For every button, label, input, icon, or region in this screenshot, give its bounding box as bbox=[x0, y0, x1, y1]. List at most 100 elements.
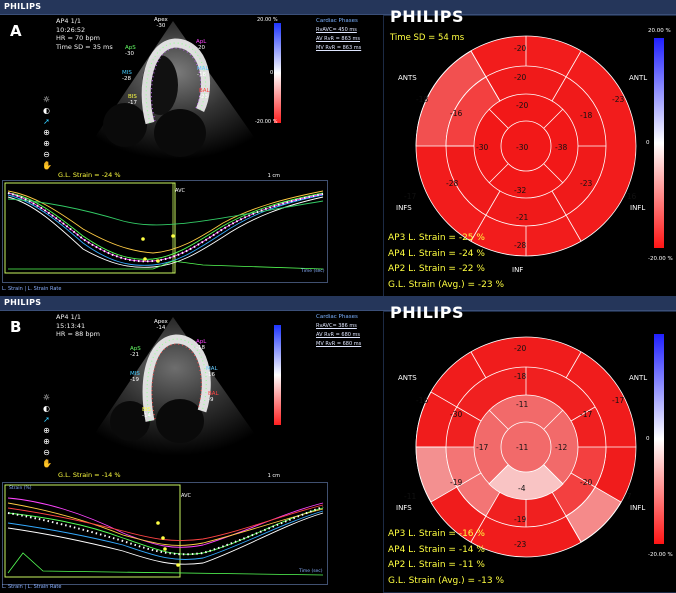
tool-column: ☼ ◐ ➚ ⊕ ⊕ ⊖ ✋ bbox=[42, 95, 52, 172]
segment-value: -32 bbox=[514, 186, 527, 195]
strain-curves bbox=[4, 182, 324, 274]
bullseye-colorbar-bottom: -20.00 % bbox=[648, 256, 673, 262]
segment-label-aps: ApS -30 bbox=[125, 45, 136, 57]
pan-icon[interactable]: ✋ bbox=[42, 459, 52, 468]
segment-value: -30 bbox=[476, 143, 489, 152]
time-axis-label: Time (sec) bbox=[299, 569, 323, 574]
segment-label-mal: MAL -16 bbox=[206, 366, 218, 378]
global-strain-label: G.L. Strain = -24 % bbox=[58, 171, 121, 179]
bullseye-colorbar bbox=[654, 334, 664, 544]
contrast-icon[interactable]: ◐ bbox=[42, 404, 51, 413]
phase-row[interactable]: MV RvR = 680 ms bbox=[316, 340, 378, 349]
segment-value: -4 bbox=[518, 484, 526, 493]
pan-icon[interactable]: ✋ bbox=[42, 161, 52, 170]
strain-curves bbox=[4, 484, 324, 578]
panel-letter: B bbox=[10, 318, 22, 336]
label-antl: ANTL bbox=[629, 374, 648, 382]
phase-row[interactable]: AV RvR = 680 ms bbox=[316, 331, 378, 340]
zoom-fit-icon[interactable]: ⊕ bbox=[42, 426, 51, 435]
segment-value: -28 bbox=[446, 179, 459, 188]
label-ants: ANTS bbox=[398, 374, 417, 382]
segment-value: -18 bbox=[416, 95, 429, 104]
zoom-out-icon[interactable]: ⊖ bbox=[42, 448, 51, 457]
segment-label-mal: MAL -18 bbox=[197, 66, 209, 78]
contrast-icon[interactable]: ◐ bbox=[42, 106, 51, 115]
segment-label-apex: Apex -14 bbox=[154, 319, 168, 331]
zoom-out-icon[interactable]: ⊖ bbox=[42, 150, 51, 159]
global-avg-strain: G.L. Strain (Avg.) = -23 % bbox=[388, 279, 505, 290]
strain-colorbar bbox=[274, 325, 281, 425]
segment-value: -20 bbox=[514, 73, 527, 82]
segment-value: -7 bbox=[624, 492, 632, 501]
segment-value: -16 bbox=[450, 109, 463, 118]
segment-value: -17 bbox=[612, 396, 625, 405]
panel-a: PHILIPS A AP4 1/1 10:26:52 HR = 70 bpm T… bbox=[0, 0, 676, 297]
segment-value: -20 bbox=[516, 101, 529, 110]
global-avg-strain: G.L. Strain (Avg.) = -13 % bbox=[388, 575, 505, 586]
header-bar: PHILIPS bbox=[0, 296, 676, 311]
strain-summary: AP3 L. Strain = -16 % AP4 L. Strain = -1… bbox=[388, 527, 504, 589]
pointer-icon[interactable]: ➚ bbox=[42, 415, 51, 424]
header-bar: PHILIPS bbox=[0, 0, 676, 15]
panel-b: PHILIPS B AP4 1/1 15:13:41 HR = 88 bpm A… bbox=[0, 296, 676, 593]
segment-value: -23 bbox=[514, 540, 527, 549]
label-infs: INFS bbox=[396, 204, 412, 212]
label-inf: INF bbox=[512, 266, 524, 274]
label-infl: INFL bbox=[630, 204, 646, 212]
view-label: AP4 1/1 bbox=[56, 313, 82, 321]
time-label: 15:13:41 bbox=[56, 321, 86, 330]
bullseye-panel: PHILIPS Time SD = 54 ms -20 -23 -16 -28 … bbox=[384, 7, 676, 296]
segment-label-bal: BAL -9 bbox=[208, 391, 219, 403]
segment-value-17: -17 bbox=[580, 410, 593, 419]
ap2-strain: AP2 L. Strain = -11 % bbox=[388, 560, 485, 570]
header-brand: PHILIPS bbox=[4, 298, 42, 307]
apex-value: -30 bbox=[516, 143, 529, 152]
phase-row[interactable]: MV RvR = 863 ms bbox=[316, 44, 378, 53]
strain-colorbar bbox=[274, 23, 281, 123]
segment-value: -18 bbox=[514, 372, 527, 381]
scale-label: 1 cm bbox=[267, 473, 280, 479]
strain-graph: AVC Time (sec) bbox=[2, 180, 328, 283]
bullseye-colorbar bbox=[654, 38, 664, 248]
graph-tabs[interactable]: L. Strain | L. Strain Rate bbox=[2, 584, 61, 590]
phase-row[interactable]: RvAVC= 450 ms bbox=[316, 26, 378, 35]
zoom-in-icon[interactable]: ⊕ bbox=[42, 139, 51, 148]
phase-row[interactable]: AV RvR = 863 ms bbox=[316, 35, 378, 44]
label-infs: INFS bbox=[396, 504, 412, 512]
phase-row[interactable]: RvAVC= 386 ms bbox=[316, 322, 378, 331]
pointer-icon[interactable]: ➚ bbox=[42, 117, 51, 126]
segment-value: -16 bbox=[416, 396, 429, 405]
avc-label: AVC bbox=[175, 188, 186, 194]
ap4-strain: AP4 L. Strain = -24 % bbox=[388, 248, 485, 259]
avc-label: AVC bbox=[181, 493, 192, 499]
label-antl: ANTL bbox=[629, 74, 648, 82]
cardiac-phases: Cardiac Phases RvAVC= 450 ms AV RvR = 86… bbox=[316, 18, 378, 53]
cardiac-phases-title: Cardiac Phases bbox=[316, 314, 358, 320]
bullseye-colorbar-mid: 0 bbox=[646, 436, 650, 442]
strain-axis-label: Strain (%) bbox=[9, 486, 32, 491]
segment-value: -20 bbox=[514, 44, 527, 53]
zoom-fit-icon[interactable]: ⊕ bbox=[42, 128, 51, 137]
view-label: AP4 1/1 bbox=[56, 17, 82, 25]
brightness-icon[interactable]: ☼ bbox=[42, 95, 51, 104]
segment-value: -18 bbox=[580, 111, 593, 120]
label-infl: INFL bbox=[630, 504, 646, 512]
segment-value: -30 bbox=[450, 410, 463, 419]
brightness-icon[interactable]: ☼ bbox=[42, 393, 51, 402]
segment-value: -19 bbox=[450, 478, 463, 487]
heart-rate: HR = 70 bpm bbox=[56, 34, 100, 42]
label-ants: ANTS bbox=[398, 74, 417, 82]
colorbar-bottom-label: -20.00 % bbox=[255, 119, 278, 125]
tool-column: ☼ ◐ ➚ ⊕ ⊕ ⊖ ✋ bbox=[42, 393, 52, 470]
segment-label-bis: BIS -17 bbox=[128, 94, 137, 106]
ap3-strain: AP3 L. Strain = -25 % bbox=[388, 233, 485, 243]
segment-label-apl: ApL -20 bbox=[196, 39, 207, 51]
bullseye-colorbar-bottom: -20.00 % bbox=[648, 552, 673, 558]
segment-value: -17 bbox=[404, 192, 417, 201]
acquisition-info: AP4 1/1 15:13:41 HR = 88 bpm bbox=[56, 313, 100, 339]
graph-tabs[interactable]: L. Strain | L. Strain Rate bbox=[2, 286, 61, 292]
zoom-in-icon[interactable]: ⊕ bbox=[42, 437, 51, 446]
global-strain-label: G.L. Strain = -14 % bbox=[58, 471, 121, 479]
bullseye-panel: PHILIPS -20 -17 -7 -23 -11 -16 -18 -20 -… bbox=[384, 303, 676, 592]
segment-value: -20 bbox=[514, 344, 527, 353]
